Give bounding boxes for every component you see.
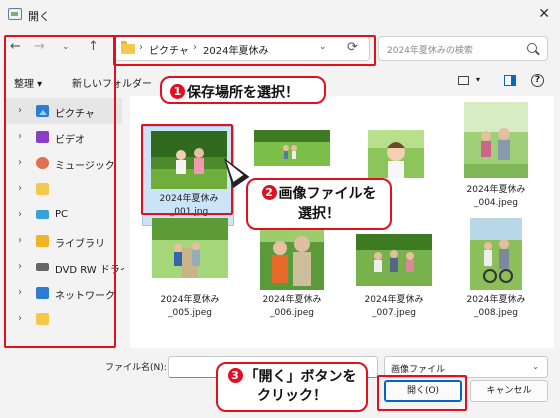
view-mode-icon[interactable] (458, 76, 469, 85)
photo-thumbnail (254, 130, 330, 166)
open-button-highlight (377, 375, 467, 411)
window-title: 開く (28, 10, 50, 23)
callout-text: 「開く」ボタンを (244, 369, 357, 385)
callout-step2: 2 画像ファイルを 選択！ (246, 178, 392, 230)
file-name-line1: 2024年夏休み (466, 185, 526, 195)
file-name-line1: 2024年夏休み (160, 295, 220, 305)
callout-text: クリック！ (257, 388, 327, 404)
file-tile[interactable]: 2024年夏休み _008.jpeg (450, 214, 542, 318)
file-name-line2: _007.jpeg (371, 308, 416, 318)
file-tile[interactable]: 2024年夏休み _005.jpeg (144, 214, 236, 318)
photo-thumbnail (464, 102, 528, 178)
search-input[interactable]: 2024年夏休みの検索 (378, 36, 548, 61)
step-badge: 1 (170, 84, 185, 99)
file-name-line2: _005.jpeg (167, 308, 212, 318)
chevron-down-icon: ⌄ (532, 362, 539, 371)
navigation-pane-highlight (4, 35, 116, 348)
callout-step3: 3 「開く」ボタンを クリック！ (216, 362, 368, 412)
file-name-line2: _008.jpeg (473, 308, 518, 318)
preview-pane-icon[interactable] (504, 75, 516, 86)
callout-step1: 1 保存場所を選択！ (160, 76, 326, 104)
callout-text: 画像ファイルを (278, 186, 377, 202)
file-name-line1: 2024年夏休み (262, 295, 322, 305)
cancel-button[interactable]: キャンセル (470, 380, 548, 402)
step-badge: 2 (261, 185, 277, 200)
address-bar-highlight (113, 35, 376, 66)
close-icon[interactable]: ✕ (538, 6, 550, 22)
photo-thumbnail (470, 218, 522, 290)
photo-thumbnail (368, 130, 424, 178)
callout-text: 選択！ (298, 206, 340, 222)
search-placeholder: 2024年夏休みの検索 (387, 46, 473, 56)
file-name-line1: 2024年夏休み (466, 295, 526, 305)
file-tile[interactable]: 2024年夏休み _004.jpeg (450, 98, 542, 208)
chevron-down-icon[interactable]: ▾ (476, 75, 480, 84)
app-icon (8, 8, 22, 20)
step-badge: 3 (227, 368, 243, 383)
photo-thumbnail (152, 218, 228, 278)
photo-thumbnail (356, 234, 432, 286)
callout-text: 保存場所を選択！ (187, 85, 299, 101)
file-name-line2: _006.jpeg (269, 308, 314, 318)
filetype-value: 画像ファイル (391, 365, 446, 375)
filename-label: ファイル名(N): (105, 363, 167, 373)
search-icon (527, 43, 537, 53)
file-name-line2: _004.jpeg (473, 198, 518, 208)
file-name-line1: 2024年夏休み (364, 295, 424, 305)
help-icon[interactable]: ? (531, 74, 544, 87)
title-bar: 開く ✕ (0, 0, 560, 30)
